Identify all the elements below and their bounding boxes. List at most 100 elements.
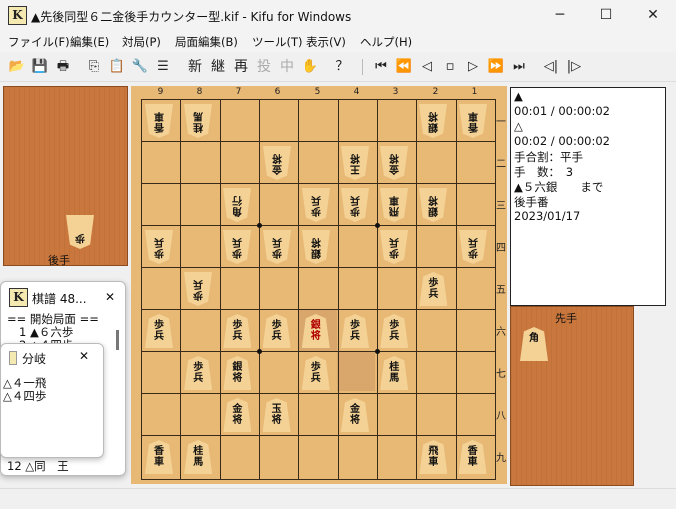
help-icon[interactable]: ？ xyxy=(333,58,351,76)
branch-window-icon xyxy=(9,351,17,365)
sente-mark: ▲ xyxy=(514,89,523,103)
column-label: 6 xyxy=(274,87,281,97)
stop-icon[interactable]: ▫ xyxy=(441,58,459,76)
sente-piece[interactable]: 歩 兵 xyxy=(184,356,213,390)
prev-move-icon[interactable]: ◁ xyxy=(418,58,436,76)
next-move-icon[interactable]: ▷ xyxy=(464,58,482,76)
column-label: 2 xyxy=(432,87,439,97)
game-info-panel: ▲ 00:01 / 00:00:02 △ 00:02 / 00:00:02 手合… xyxy=(510,87,666,306)
open-icon[interactable]: 📂 xyxy=(8,58,26,76)
gote-label: 後手 xyxy=(48,254,70,267)
gote-piece[interactable]: 飛 車 xyxy=(380,188,408,222)
forward-ten-icon[interactable]: ⏩ xyxy=(487,58,505,76)
gote-piece[interactable]: 香 車 xyxy=(145,104,173,138)
sente-piece[interactable]: 歩 兵 xyxy=(301,356,330,390)
maximize-button[interactable]: ☐ xyxy=(583,0,629,31)
gote-piece-stand[interactable]: 歩 xyxy=(3,86,128,266)
sente-piece[interactable]: 香 車 xyxy=(145,440,173,474)
gote-piece[interactable]: 歩 兵 xyxy=(263,230,291,264)
sente-piece[interactable]: 銀 将 xyxy=(301,314,330,348)
row-label: 九 xyxy=(496,453,506,464)
menu-help[interactable]: ヘルプ(H) xyxy=(360,34,412,50)
kifu-line[interactable]: 12 △同 王 xyxy=(7,458,69,474)
gote-piece[interactable]: 歩 兵 xyxy=(223,230,251,264)
sente-piece[interactable]: 金 将 xyxy=(341,398,369,432)
gote-piece[interactable]: 歩 兵 xyxy=(380,230,408,264)
handicap: 手合割：平手 xyxy=(514,150,583,164)
row-label: 七 xyxy=(496,369,506,380)
gote-piece[interactable]: 銀 将 xyxy=(419,104,447,138)
branch-item[interactable]: △４四歩 xyxy=(3,388,46,404)
gote-piece[interactable]: 金 将 xyxy=(380,146,408,180)
sente-piece[interactable]: 桂 馬 xyxy=(184,440,213,474)
gote-piece[interactable]: 歩 兵 xyxy=(302,188,330,222)
gote-piece[interactable]: 金 将 xyxy=(263,146,291,180)
gote-piece[interactable]: 角 行 xyxy=(223,188,251,222)
branch-prev-icon[interactable]: ◁| xyxy=(540,58,562,76)
gote-piece[interactable]: 歩 兵 xyxy=(184,272,212,306)
column-label: 7 xyxy=(235,87,242,97)
kifu-close-icon[interactable]: ✕ xyxy=(105,290,115,304)
branch-window[interactable]: 分岐 ✕ △４一飛 △４四歩 xyxy=(0,343,104,458)
close-button[interactable]: ✕ xyxy=(630,0,676,31)
replay-button[interactable]: 再 xyxy=(232,58,250,76)
row-label: 八 xyxy=(496,411,506,422)
sente-piece-stand[interactable]: 角 xyxy=(510,306,634,486)
kifu-scrollbar[interactable] xyxy=(116,330,119,350)
first-move-icon[interactable]: ⏮ xyxy=(372,58,390,76)
gote-piece[interactable]: 歩 兵 xyxy=(341,188,369,222)
branch-close-icon[interactable]: ✕ xyxy=(79,349,89,363)
copy-icon[interactable]: ⎘ xyxy=(85,58,103,76)
back-ten-icon[interactable]: ⏪ xyxy=(395,58,413,76)
game-date: 2023/01/17 xyxy=(514,209,581,223)
menu-tools[interactable]: ツール(T) xyxy=(252,34,303,50)
sente-piece[interactable]: 金 将 xyxy=(223,398,252,432)
minimize-button[interactable]: ─ xyxy=(537,0,583,31)
column-label: 4 xyxy=(353,87,360,97)
menu-game[interactable]: 対局(P) xyxy=(122,34,161,50)
sente-piece[interactable]: 歩 兵 xyxy=(262,314,291,348)
sente-piece[interactable]: 歩 兵 xyxy=(419,272,448,306)
sente-piece[interactable]: 飛 車 xyxy=(419,440,448,474)
print-icon[interactable]: 🖶 xyxy=(54,58,72,76)
sente-piece[interactable]: 歩 兵 xyxy=(223,314,252,348)
resign-button[interactable]: 投 xyxy=(255,58,273,76)
column-label: 8 xyxy=(196,87,203,97)
sente-piece[interactable]: 香 車 xyxy=(458,440,487,474)
interrupt-button[interactable]: 中 xyxy=(278,58,296,76)
menu-view[interactable]: 表示(V) xyxy=(306,34,346,50)
row-label: 五 xyxy=(496,285,506,296)
status-bar xyxy=(0,488,676,509)
menu-edit[interactable]: 編集(E) xyxy=(70,34,109,50)
wrench-icon[interactable]: 🔧 xyxy=(131,58,149,76)
gote-hand-piece[interactable]: 歩 xyxy=(66,215,94,249)
window-title: ▲先後同型６二金後手カウンター型.kif - Kifu for Windows xyxy=(31,10,352,24)
last-move: ▲５六銀 まで xyxy=(514,180,604,194)
hand-icon[interactable]: ✋ xyxy=(301,58,319,76)
gote-piece[interactable]: 銀 将 xyxy=(419,188,447,222)
sente-piece[interactable]: 歩 兵 xyxy=(341,314,369,348)
gote-piece[interactable]: 王 将 xyxy=(341,146,369,180)
sente-hand-piece[interactable]: 角 xyxy=(520,327,548,361)
menu-file[interactable]: ファイル(F) xyxy=(8,34,70,50)
gote-piece[interactable]: 歩 兵 xyxy=(459,230,487,264)
new-game-button[interactable]: 新 xyxy=(186,58,204,76)
sente-piece[interactable]: 歩 兵 xyxy=(145,314,173,348)
gote-piece[interactable]: 銀 将 xyxy=(302,230,330,264)
branch-next-icon[interactable]: |▷ xyxy=(563,58,585,76)
sente-piece[interactable]: 歩 兵 xyxy=(380,314,409,348)
continue-button[interactable]: 継 xyxy=(209,58,227,76)
kifu-window-title: 棋譜 48... xyxy=(32,292,87,306)
list-icon[interactable]: ☰ xyxy=(154,58,172,76)
sente-piece[interactable]: 桂 馬 xyxy=(380,356,409,390)
sente-piece[interactable]: 銀 将 xyxy=(223,356,252,390)
gote-piece[interactable]: 香 車 xyxy=(459,104,487,138)
save-icon[interactable]: 💾 xyxy=(31,58,49,76)
gote-piece[interactable]: 歩 兵 xyxy=(145,230,173,264)
turn: 後手番 xyxy=(514,195,549,209)
gote-piece[interactable]: 桂 馬 xyxy=(184,104,212,138)
sente-piece[interactable]: 玉 将 xyxy=(262,398,291,432)
paste-icon[interactable]: 📋 xyxy=(108,58,126,76)
menu-board-edit[interactable]: 局面編集(B) xyxy=(175,34,238,50)
last-move-icon[interactable]: ⏭ xyxy=(510,58,528,76)
